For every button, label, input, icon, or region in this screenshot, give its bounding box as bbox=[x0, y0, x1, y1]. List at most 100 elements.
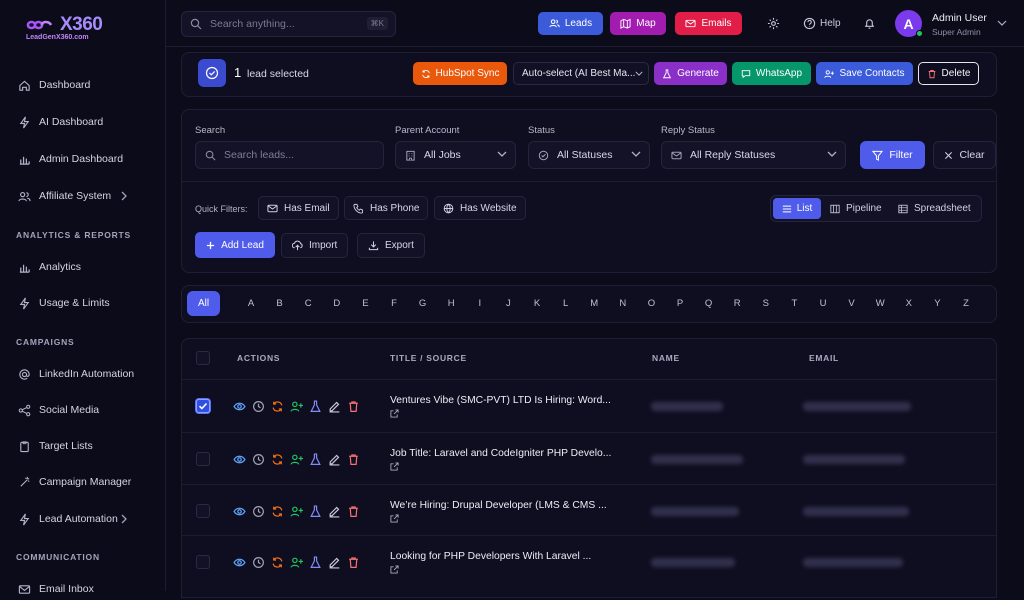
alphabet-letter[interactable]: H bbox=[444, 298, 458, 309]
row-title[interactable]: We’re Hiring: Drupal Developer (LMS & CM… bbox=[390, 500, 625, 511]
generate-button[interactable]: Generate bbox=[654, 62, 727, 85]
alphabet-letter[interactable]: B bbox=[273, 298, 287, 309]
chevron-down-icon[interactable] bbox=[997, 19, 1007, 27]
alphabet-letter[interactable]: V bbox=[845, 298, 859, 309]
clock-icon[interactable] bbox=[252, 556, 265, 569]
settings-button[interactable] bbox=[767, 17, 780, 30]
alphabet-all[interactable]: All bbox=[187, 291, 220, 316]
alphabet-letter[interactable]: S bbox=[759, 298, 773, 309]
leads-button[interactable]: Leads bbox=[538, 12, 603, 35]
view-icon[interactable] bbox=[233, 453, 246, 466]
hubspot-sync-button[interactable]: HubSpot Sync bbox=[413, 62, 507, 85]
flask-icon[interactable] bbox=[309, 400, 322, 413]
status-select[interactable]: All Statuses bbox=[528, 141, 650, 169]
alphabet-letter[interactable]: T bbox=[787, 298, 801, 309]
edit-icon[interactable] bbox=[328, 505, 341, 518]
has-phone-filter[interactable]: Has Phone bbox=[344, 196, 429, 220]
global-search-input[interactable]: Search anything... ⌘K bbox=[181, 11, 396, 37]
view-icon[interactable] bbox=[233, 400, 246, 413]
flask-icon[interactable] bbox=[309, 556, 322, 569]
user-plus-icon[interactable] bbox=[290, 453, 303, 466]
sidebar-item-linkedin-automation[interactable]: LinkedIn Automation bbox=[16, 363, 156, 385]
alphabet-letter[interactable]: Y bbox=[930, 298, 944, 309]
clear-button[interactable]: Clear bbox=[933, 141, 996, 169]
view-pipeline-button[interactable]: Pipeline bbox=[830, 203, 882, 214]
trash-icon[interactable] bbox=[347, 453, 360, 466]
lead-search-input[interactable]: Search leads... bbox=[195, 141, 384, 169]
notifications-button[interactable] bbox=[863, 17, 876, 30]
filter-button[interactable]: Filter bbox=[860, 141, 925, 169]
alphabet-letter[interactable]: L bbox=[559, 298, 573, 309]
alphabet-letter[interactable]: Z bbox=[959, 298, 973, 309]
delete-button[interactable]: Delete bbox=[918, 62, 979, 85]
row-checkbox[interactable] bbox=[196, 399, 210, 413]
has-website-filter[interactable]: Has Website bbox=[434, 196, 526, 220]
trash-icon[interactable] bbox=[347, 400, 360, 413]
avatar[interactable]: A bbox=[895, 10, 923, 37]
sidebar-item-usage-limits[interactable]: Usage & Limits bbox=[16, 292, 156, 314]
parent-account-select[interactable]: All Jobs bbox=[395, 141, 516, 169]
sidebar-item-target-lists[interactable]: Target Lists bbox=[16, 435, 156, 457]
alphabet-letter[interactable]: E bbox=[358, 298, 372, 309]
sidebar-item-affiliate-system[interactable]: Affiliate System bbox=[16, 185, 156, 207]
sidebar-item-email-inbox[interactable]: Email Inbox bbox=[16, 578, 156, 600]
alphabet-letter[interactable]: F bbox=[387, 298, 401, 309]
trash-icon[interactable] bbox=[347, 505, 360, 518]
alphabet-letter[interactable]: P bbox=[673, 298, 687, 309]
sidebar-item-dashboard[interactable]: Dashboard bbox=[16, 74, 156, 96]
table-row[interactable]: Looking for PHP Developers With Laravel … bbox=[181, 535, 996, 587]
help-button[interactable]: Help bbox=[803, 17, 841, 30]
alphabet-letter[interactable]: C bbox=[301, 298, 315, 309]
has-email-filter[interactable]: Has Email bbox=[258, 196, 339, 220]
alphabet-letter[interactable]: D bbox=[330, 298, 344, 309]
table-row[interactable]: Job Title: Laravel and CodeIgniter PHP D… bbox=[181, 432, 996, 484]
refresh-icon[interactable] bbox=[271, 400, 284, 413]
sidebar-item-lead-automation[interactable]: Lead Automation bbox=[16, 508, 156, 530]
external-link-icon[interactable] bbox=[390, 409, 399, 418]
email-header[interactable]: EMAIL bbox=[809, 353, 839, 363]
name-header[interactable]: NAME bbox=[652, 353, 680, 363]
alphabet-letter[interactable]: X bbox=[902, 298, 916, 309]
row-checkbox[interactable] bbox=[196, 504, 210, 518]
edit-icon[interactable] bbox=[328, 400, 341, 413]
clock-icon[interactable] bbox=[252, 453, 265, 466]
alphabet-letter[interactable]: A bbox=[244, 298, 258, 309]
sidebar-item-analytics[interactable]: Analytics bbox=[16, 256, 156, 278]
alphabet-letter[interactable]: W bbox=[873, 298, 887, 309]
flask-icon[interactable] bbox=[309, 453, 322, 466]
logo[interactable]: X360 LeadGenX360.com bbox=[26, 14, 103, 41]
row-checkbox[interactable] bbox=[196, 452, 210, 466]
view-icon[interactable] bbox=[233, 505, 246, 518]
select-all-checkbox[interactable] bbox=[196, 351, 210, 365]
whatsapp-button[interactable]: WhatsApp bbox=[732, 62, 811, 85]
external-link-icon[interactable] bbox=[390, 514, 399, 523]
alphabet-letter[interactable]: U bbox=[816, 298, 830, 309]
view-icon[interactable] bbox=[233, 556, 246, 569]
view-spreadsheet-button[interactable]: Spreadsheet bbox=[898, 203, 971, 214]
edit-icon[interactable] bbox=[328, 556, 341, 569]
clock-icon[interactable] bbox=[252, 505, 265, 518]
alphabet-letter[interactable]: O bbox=[644, 298, 658, 309]
save-contacts-button[interactable]: Save Contacts bbox=[816, 62, 913, 85]
user-plus-icon[interactable] bbox=[290, 400, 303, 413]
alphabet-letter[interactable]: J bbox=[501, 298, 515, 309]
row-title[interactable]: Ventures Vibe (SMC-PVT) LTD Is Hiring: W… bbox=[390, 395, 625, 406]
reply-status-select[interactable]: All Reply Statuses bbox=[661, 141, 846, 169]
export-button[interactable]: Export bbox=[357, 233, 425, 258]
view-list-button[interactable]: List bbox=[773, 198, 821, 219]
alphabet-letter[interactable]: K bbox=[530, 298, 544, 309]
import-button[interactable]: Import bbox=[281, 233, 349, 258]
refresh-icon[interactable] bbox=[271, 453, 284, 466]
row-checkbox[interactable] bbox=[196, 555, 210, 569]
alphabet-letter[interactable]: Q bbox=[702, 298, 716, 309]
flask-icon[interactable] bbox=[309, 505, 322, 518]
edit-icon[interactable] bbox=[328, 453, 341, 466]
row-title[interactable]: Looking for PHP Developers With Laravel … bbox=[390, 551, 625, 562]
sidebar-item-ai-dashboard[interactable]: AI Dashboard bbox=[16, 111, 156, 133]
sidebar-item-social-media[interactable]: Social Media bbox=[16, 399, 156, 421]
table-row[interactable]: We’re Hiring: Drupal Developer (LMS & CM… bbox=[181, 484, 996, 536]
sidebar-item-admin-dashboard[interactable]: Admin Dashboard bbox=[16, 148, 156, 170]
refresh-icon[interactable] bbox=[271, 556, 284, 569]
external-link-icon[interactable] bbox=[390, 462, 399, 471]
external-link-icon[interactable] bbox=[390, 565, 399, 574]
